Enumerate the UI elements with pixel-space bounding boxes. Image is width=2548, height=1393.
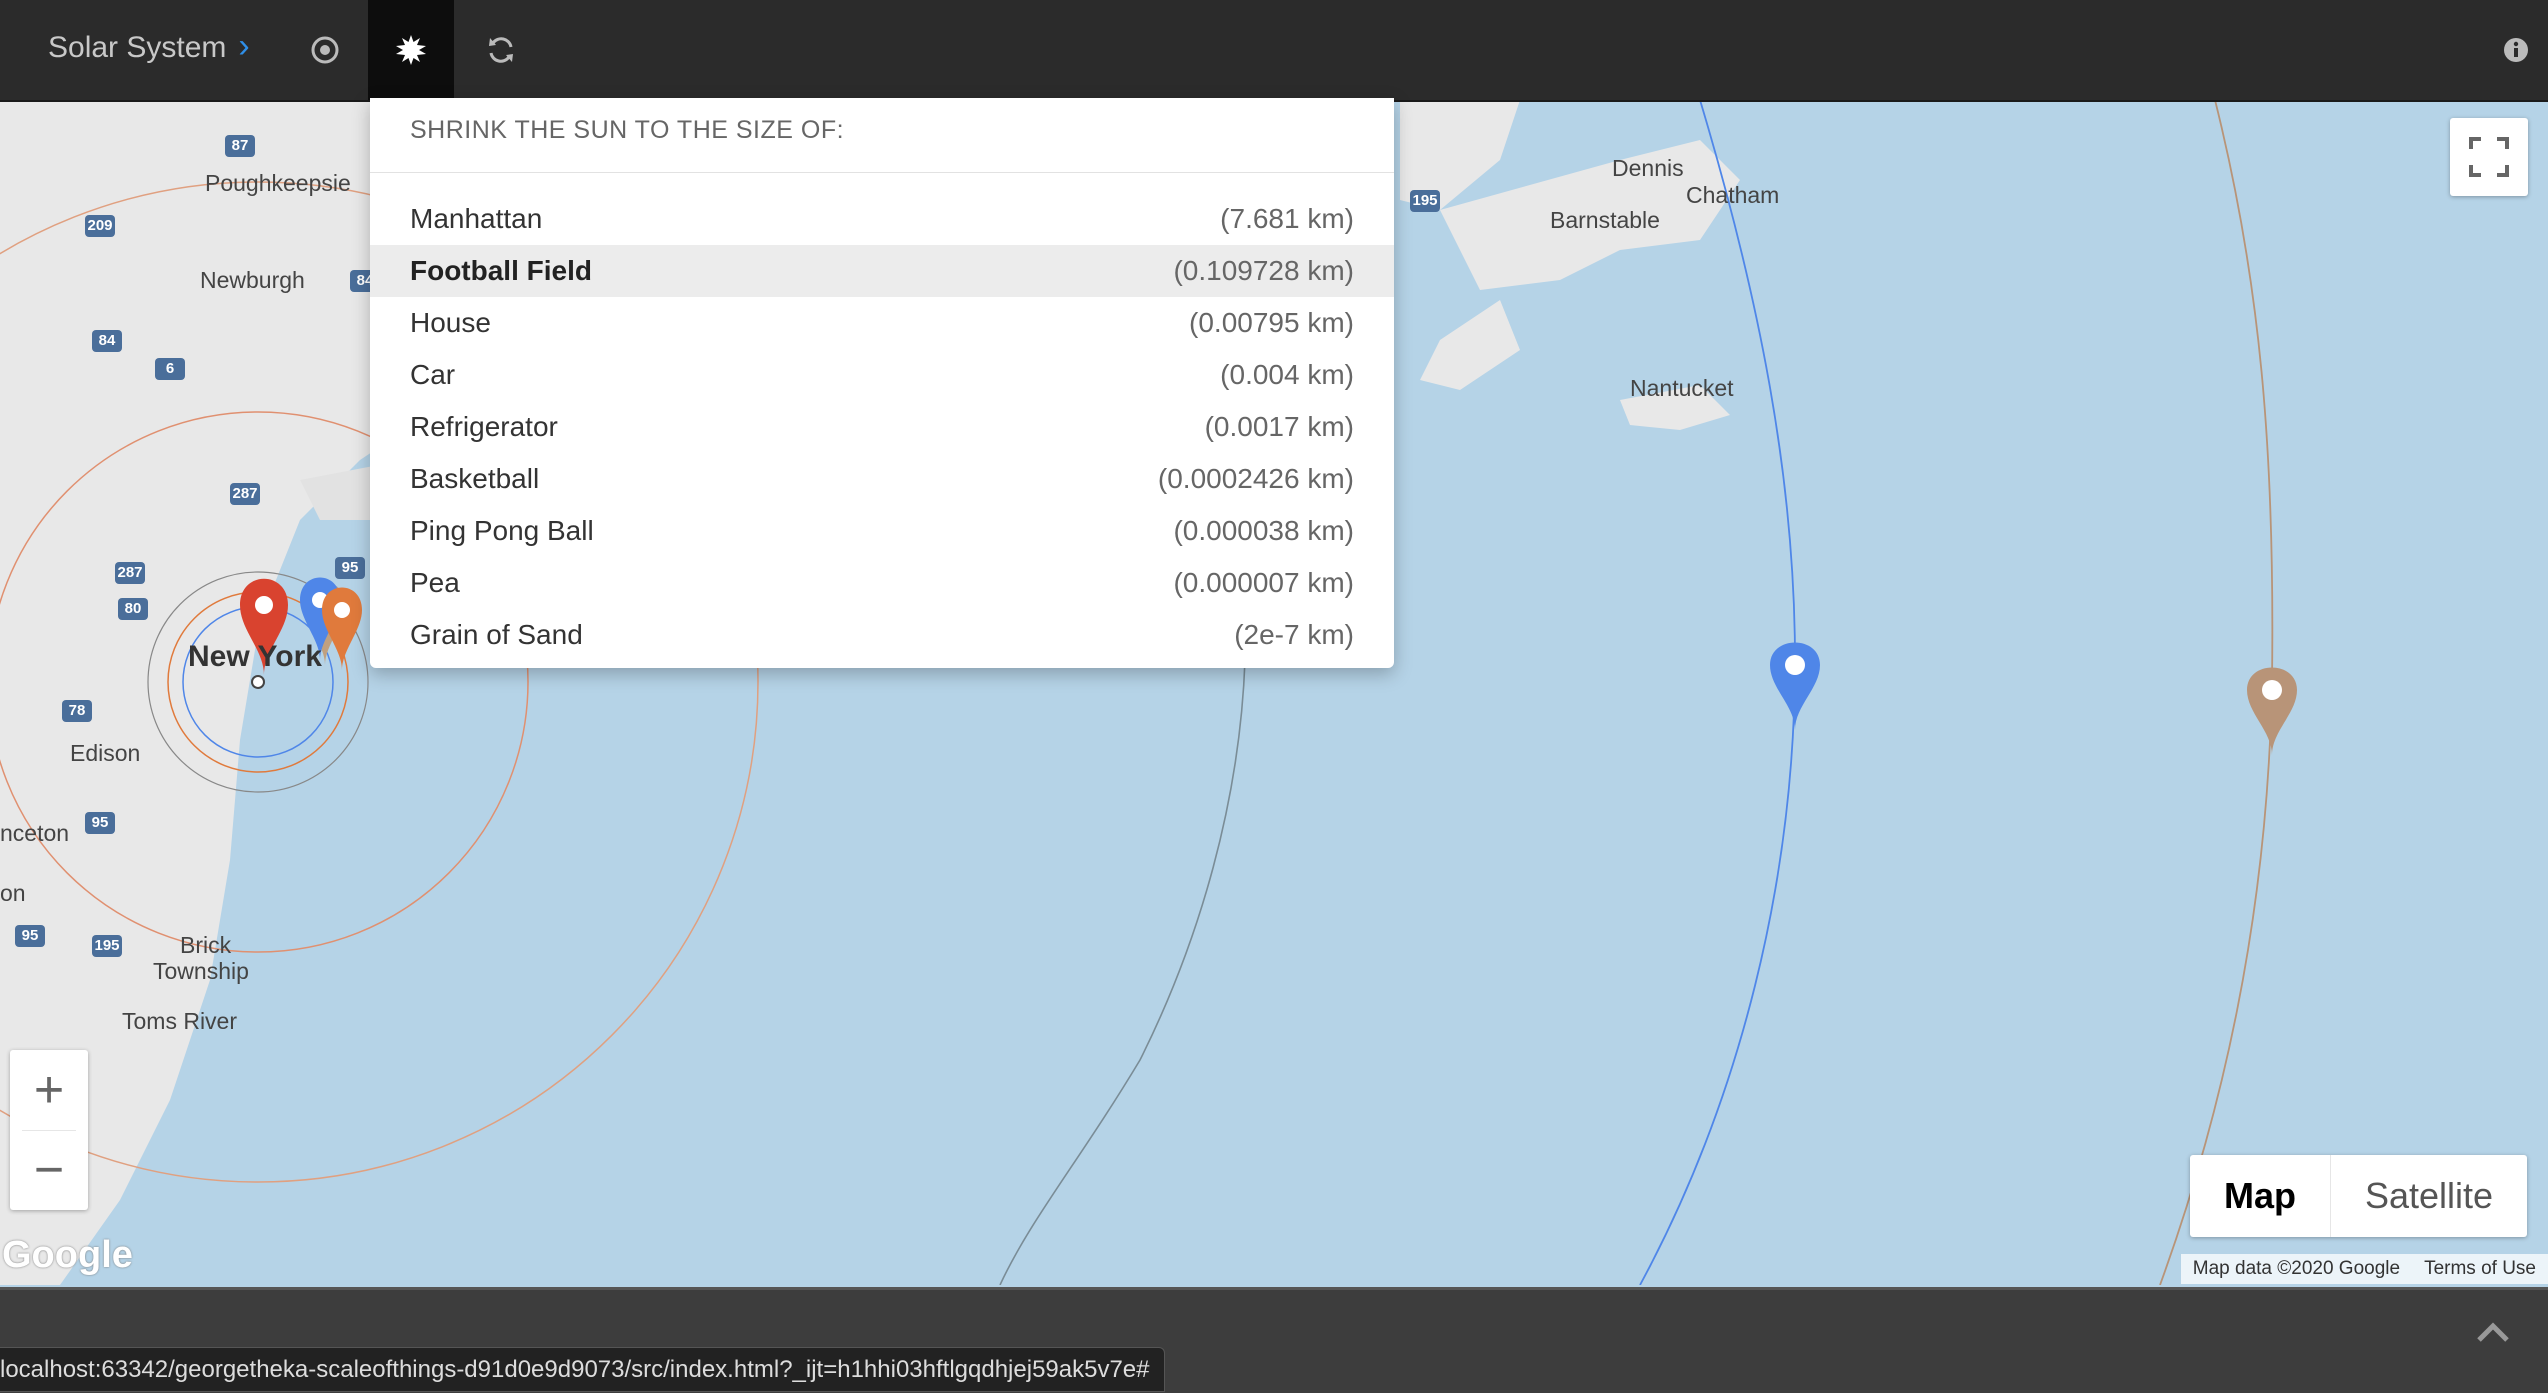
top-navbar: Solar System › — [0, 0, 2548, 102]
zoom-divider — [22, 1130, 76, 1131]
option-label: Car — [410, 359, 456, 390]
label-township: Township — [153, 958, 249, 984]
option-ping-pong-ball[interactable]: Ping Pong Ball (0.000038 km) — [370, 505, 1394, 557]
highway-shield: 95 — [85, 812, 115, 834]
chevron-up-icon — [2477, 1322, 2509, 1342]
option-house[interactable]: House (0.00795 km) — [370, 297, 1394, 349]
option-size: (7.681 km) — [1220, 203, 1354, 234]
option-label: House — [410, 307, 491, 338]
sun-size-dropdown: SHRINK THE SUN TO THE SIZE OF: Manhattan… — [370, 98, 1394, 668]
option-size: (0.109728 km) — [1173, 255, 1354, 286]
map-attribution: Map data ©2020 Google Terms of Use — [2180, 1254, 2548, 1284]
label-barnstable: Barnstable — [1550, 207, 1660, 233]
highway-shield: 95 — [15, 925, 45, 947]
saturn-orbit — [999, 659, 1246, 1285]
label-chatham: Chatham — [1686, 182, 1780, 208]
marthas-vineyard-land — [1420, 300, 1520, 390]
highway-shield: 95 — [335, 557, 365, 579]
refresh-button[interactable] — [458, 0, 544, 100]
option-manhattan[interactable]: Manhattan (7.681 km) — [370, 193, 1394, 245]
map-type-satellite-button[interactable]: Satellite — [2331, 1155, 2527, 1237]
info-icon — [2504, 38, 2528, 62]
sun-size-button[interactable] — [368, 0, 454, 100]
label-dennis: Dennis — [1612, 155, 1684, 181]
chevron-right-icon: › — [238, 27, 250, 65]
target-icon — [311, 36, 339, 64]
highway-shield: 287 — [115, 562, 145, 584]
option-size: (0.000038 km) — [1173, 515, 1354, 546]
label-princeton: nceton — [0, 820, 70, 846]
highway-shield: 87 — [225, 135, 255, 157]
status-url: localhost:63342/georgetheka-scaleofthing… — [0, 1347, 1165, 1392]
fullscreen-button[interactable] — [2450, 118, 2528, 196]
refresh-icon — [489, 37, 513, 63]
option-size: (0.0002426 km) — [1157, 463, 1354, 494]
option-pea[interactable]: Pea (0.000007 km) — [370, 557, 1394, 609]
option-basketball[interactable]: Basketball (0.0002426 km) — [370, 453, 1394, 505]
label-toms-river: Toms River — [122, 1008, 238, 1034]
option-size: (0.000007 km) — [1173, 567, 1354, 598]
map-data-text: Map data ©2020 Google — [2192, 1258, 2401, 1279]
option-car[interactable]: Car (0.004 km) — [370, 349, 1394, 401]
mars-pin[interactable] — [322, 587, 362, 671]
neptune-pin[interactable] — [2247, 667, 2297, 756]
zoom-controls: + − — [10, 1050, 88, 1210]
label-trenton: on — [0, 880, 26, 906]
map-type-control: Map Satellite — [2190, 1155, 2528, 1237]
highway-shield: 209 — [85, 215, 115, 237]
highway-shield: 287 — [230, 483, 260, 505]
label-edison: Edison — [70, 740, 141, 766]
map-type-map-button[interactable]: Map — [2190, 1155, 2331, 1237]
option-label: Football Field — [410, 255, 592, 286]
dropdown-header: SHRINK THE SUN TO THE SIZE OF: — [370, 98, 1394, 173]
option-label: Refrigerator — [410, 411, 558, 442]
expand-panel-button[interactable] — [2468, 1312, 2518, 1352]
option-refrigerator[interactable]: Refrigerator (0.0017 km) — [370, 401, 1394, 453]
option-size: (0.0017 km) — [1204, 411, 1354, 442]
label-brick: Brick — [180, 932, 232, 958]
label-nantucket: Nantucket — [1630, 375, 1734, 401]
app-title[interactable]: Solar System › — [48, 0, 250, 92]
option-size: (0.004 km) — [1220, 359, 1354, 390]
app-title-text: Solar System — [48, 31, 227, 64]
highway-shield: 195 — [92, 935, 122, 957]
option-label: Pea — [410, 567, 460, 598]
google-logo: Google — [2, 1234, 133, 1276]
highway-shield: 78 — [62, 700, 92, 722]
option-football-field[interactable]: Football Field (0.109728 km) — [370, 245, 1394, 297]
fullscreen-icon — [2469, 137, 2509, 177]
highway-shield: 6 — [155, 358, 185, 380]
sun-size-options: Manhattan (7.681 km) Football Field (0.1… — [370, 173, 1394, 661]
option-label: Ping Pong Ball — [410, 515, 594, 546]
sun-icon — [396, 35, 426, 65]
option-label: Grain of Sand — [410, 619, 583, 650]
info-button[interactable] — [2496, 30, 2536, 70]
label-newburgh: Newburgh — [200, 267, 305, 293]
option-size: (0.00795 km) — [1189, 307, 1354, 338]
highway-shield: 84 — [92, 330, 122, 352]
option-size: (2e-7 km) — [1234, 619, 1354, 650]
option-grain-of-sand[interactable]: Grain of Sand (2e-7 km) — [370, 609, 1394, 661]
label-poughkeepsie: Poughkeepsie — [205, 170, 351, 196]
zoom-out-button[interactable]: − — [10, 1130, 88, 1210]
planets-button[interactable] — [282, 0, 368, 100]
zoom-in-button[interactable]: + — [10, 1050, 88, 1130]
uranus-pin[interactable] — [1770, 642, 1820, 731]
label-new-york: New York — [188, 640, 322, 673]
highway-shield: 195 — [1410, 190, 1440, 212]
uranus-orbit — [1639, 100, 1796, 1285]
new-york-dot — [251, 675, 265, 689]
option-label: Basketball — [410, 463, 540, 494]
option-label: Manhattan — [410, 203, 543, 234]
highway-shield: 80 — [118, 598, 148, 620]
terms-of-use-link[interactable]: Terms of Use — [2412, 1258, 2548, 1280]
